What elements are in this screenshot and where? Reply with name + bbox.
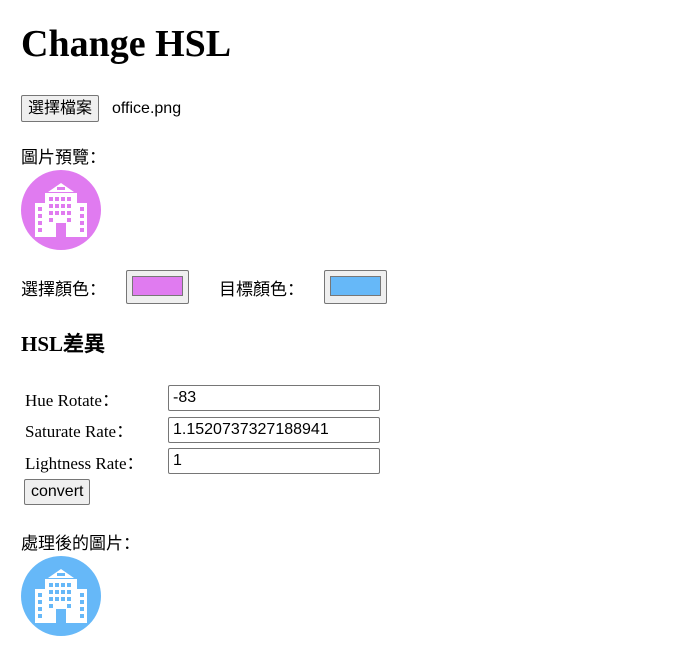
office-building-icon (35, 183, 87, 237)
saturate-rate-label: Saturate Rate： (25, 421, 133, 443)
target-color-label: 目標顏色： (219, 280, 304, 300)
hue-rotate-input[interactable] (168, 385, 380, 411)
hsl-diff-heading: HSL差異 (21, 332, 106, 356)
preview-label: 圖片預覽： (21, 148, 106, 168)
hue-rotate-colon: ： (101, 391, 119, 411)
page-title: Change HSL (21, 23, 232, 65)
choose-file-button[interactable]: 選擇檔案 (21, 95, 100, 122)
office-building-icon (35, 569, 87, 623)
lightness-rate-label: Lightness Rate： (25, 453, 144, 475)
source-color-swatch (132, 276, 183, 296)
lightness-rate-label-text: Lightness Rate (25, 454, 127, 473)
change-hsl-page: Change HSL 選擇檔案 office.png 圖片預覽： 選擇顏色： 目… (0, 0, 677, 656)
convert-button[interactable]: convert (24, 479, 91, 505)
result-label: 處理後的圖片： (21, 534, 140, 554)
lightness-rate-input[interactable] (168, 448, 380, 474)
target-color-picker[interactable] (324, 270, 387, 304)
file-name-text: office.png (112, 100, 182, 117)
target-color-swatch (330, 276, 381, 296)
source-color-picker[interactable] (126, 270, 189, 304)
result-image (21, 556, 101, 636)
saturate-rate-input[interactable] (168, 417, 380, 443)
source-color-label: 選擇顏色： (21, 280, 106, 300)
hue-rotate-label: Hue Rotate： (25, 390, 119, 412)
preview-image (21, 170, 101, 250)
saturate-rate-label-text: Saturate Rate (25, 422, 117, 441)
lightness-rate-colon: ： (126, 454, 144, 474)
saturate-rate-colon: ： (116, 422, 134, 442)
hue-rotate-label-text: Hue Rotate (25, 391, 102, 410)
